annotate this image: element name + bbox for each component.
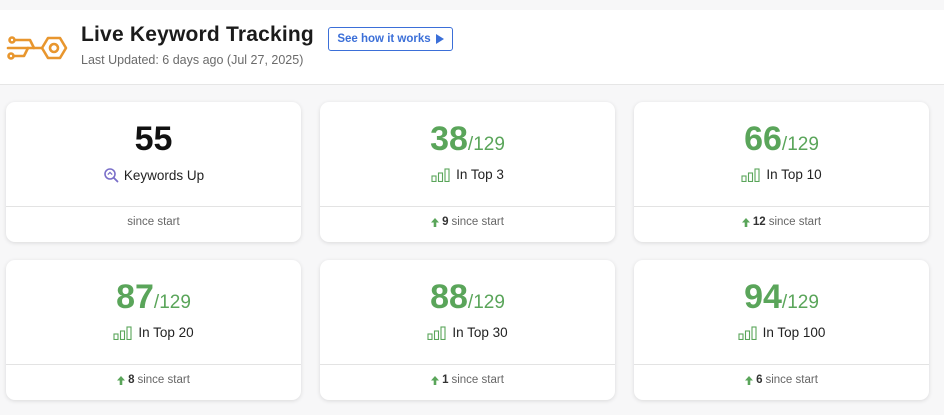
stat-denominator: /129 bbox=[781, 134, 819, 155]
card-divider bbox=[320, 206, 615, 207]
since-start-text: since start bbox=[127, 216, 180, 228]
stat-card-keywords-up: 55 Keywords Up since start bbox=[6, 102, 301, 242]
bar-chart-icon bbox=[431, 167, 450, 182]
stat-card-top-3: 38/129 In Top 3 9 since start bbox=[320, 102, 615, 242]
stat-value: 55 bbox=[134, 120, 173, 158]
magnifier-icon bbox=[104, 168, 119, 183]
page-title: Live Keyword Tracking bbox=[81, 23, 314, 46]
stat-label: In Top 3 bbox=[456, 167, 504, 182]
stat-value: 66 bbox=[744, 120, 782, 158]
delta-value: 6 bbox=[756, 374, 763, 386]
card-divider bbox=[6, 206, 301, 207]
stat-label: In Top 30 bbox=[452, 325, 508, 340]
delta-value: 1 bbox=[442, 374, 449, 386]
up-arrow-icon bbox=[745, 375, 754, 385]
up-arrow-icon bbox=[431, 217, 440, 227]
bar-chart-icon bbox=[427, 325, 446, 340]
stat-denominator: /129 bbox=[153, 292, 191, 313]
stat-card-top-10: 66/129 In Top 10 12 since start bbox=[634, 102, 929, 242]
stat-label: In Top 10 bbox=[766, 167, 822, 182]
stat-value: 88 bbox=[430, 278, 468, 316]
up-arrow-icon bbox=[741, 217, 750, 227]
stat-card-top-30: 88/129 In Top 30 1 since start bbox=[320, 260, 615, 400]
bar-chart-icon bbox=[741, 167, 760, 182]
stat-label: In Top 20 bbox=[138, 325, 194, 340]
since-start-text: since start bbox=[137, 374, 190, 386]
card-divider bbox=[320, 364, 615, 365]
stat-label: In Top 100 bbox=[762, 325, 826, 340]
since-start-text: since start bbox=[451, 216, 504, 228]
last-updated-text: Last Updated: 6 days ago (Jul 27, 2025) bbox=[81, 53, 304, 67]
delta-value: 12 bbox=[752, 216, 766, 228]
since-start-text: since start bbox=[765, 374, 818, 386]
up-arrow-icon bbox=[117, 375, 126, 385]
stat-denominator: /129 bbox=[467, 292, 505, 313]
stat-card-top-20: 87/129 In Top 20 8 since start bbox=[6, 260, 301, 400]
card-divider bbox=[634, 206, 929, 207]
stat-value: 38 bbox=[430, 120, 468, 158]
stat-denominator: /129 bbox=[781, 292, 819, 313]
see-how-it-works-label: See how it works bbox=[337, 33, 431, 45]
bar-chart-icon bbox=[738, 325, 757, 340]
key-circuit-logo-icon bbox=[6, 36, 68, 60]
card-divider bbox=[634, 364, 929, 365]
since-start-text: since start bbox=[451, 374, 504, 386]
delta-value: 9 bbox=[442, 216, 449, 228]
see-how-it-works-button[interactable]: See how it works bbox=[328, 27, 453, 51]
stat-card-top-100: 94/129 In Top 100 6 since start bbox=[634, 260, 929, 400]
stat-label: Keywords Up bbox=[123, 167, 205, 183]
page-header: Live Keyword Tracking See how it works L… bbox=[0, 10, 944, 85]
up-arrow-icon bbox=[431, 375, 440, 385]
card-divider bbox=[6, 364, 301, 365]
stat-value: 94 bbox=[744, 278, 782, 316]
bar-chart-icon bbox=[113, 325, 132, 340]
since-start-text: since start bbox=[768, 216, 822, 228]
stat-value: 87 bbox=[116, 278, 154, 316]
stat-denominator: /129 bbox=[467, 134, 505, 155]
play-icon bbox=[435, 34, 444, 44]
delta-value: 8 bbox=[128, 374, 135, 386]
